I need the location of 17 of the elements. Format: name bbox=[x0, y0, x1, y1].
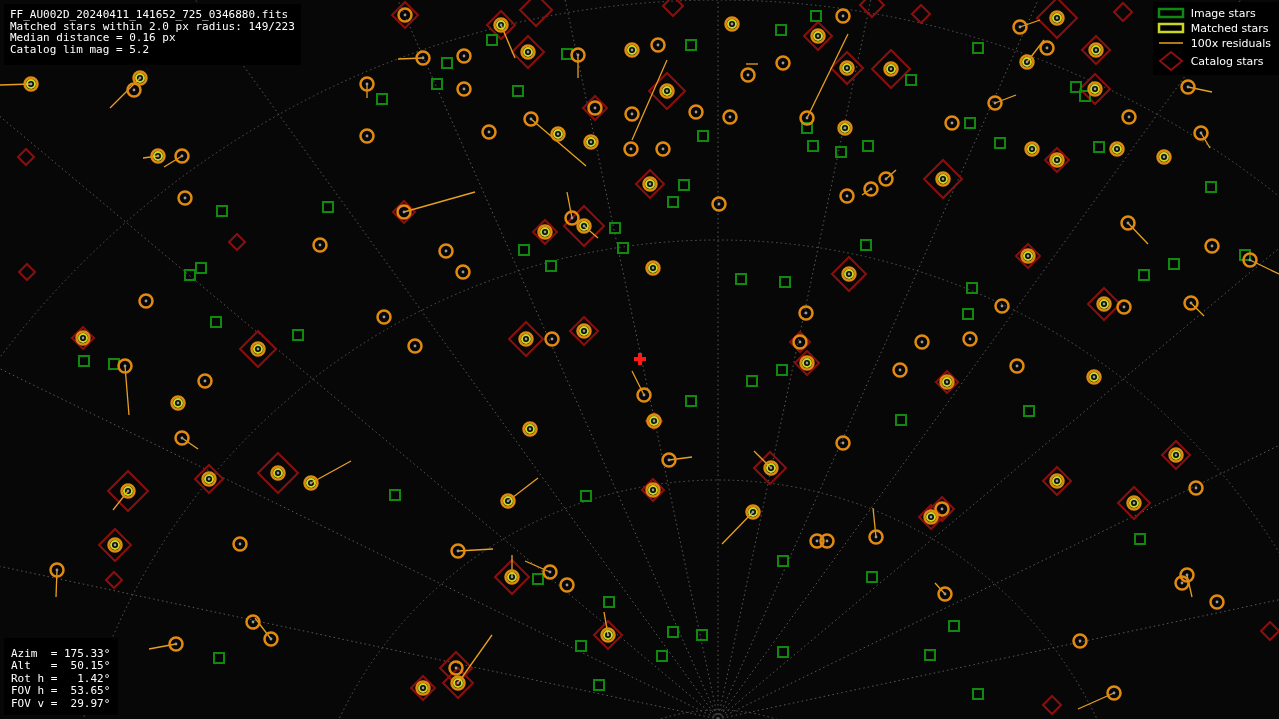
legend-label: Image stars bbox=[1190, 6, 1256, 20]
pointing-text: Rot h = 1.42° bbox=[11, 672, 111, 685]
center-cross-icon bbox=[634, 353, 646, 365]
legend-label: Matched stars bbox=[1190, 21, 1269, 35]
image-star-square-icon bbox=[1156, 6, 1185, 20]
info-text: Median distance = 0.16 px bbox=[10, 32, 176, 44]
info-text: Catalog lim mag = 5.2 bbox=[10, 43, 151, 55]
legend-label: 100x residuals bbox=[1190, 36, 1271, 50]
diamond-icon bbox=[1156, 51, 1185, 71]
info-text: Matched stars within 2.0 px radius: 149/223 bbox=[10, 20, 295, 32]
pointing-text: Alt = 50.15° bbox=[11, 660, 111, 673]
legend-label: Catalog stars bbox=[1190, 54, 1264, 68]
info-text: FF_AU002D_20240411_141652_725_0346880.fits bbox=[10, 9, 290, 21]
pointing-text: FOV v = 29.97° bbox=[11, 697, 111, 710]
pointing-text: FOV h = 53.65° bbox=[11, 685, 111, 698]
pointing-text: Azim = 175.33° bbox=[11, 647, 111, 660]
matched-star-square-icon bbox=[1156, 21, 1185, 35]
